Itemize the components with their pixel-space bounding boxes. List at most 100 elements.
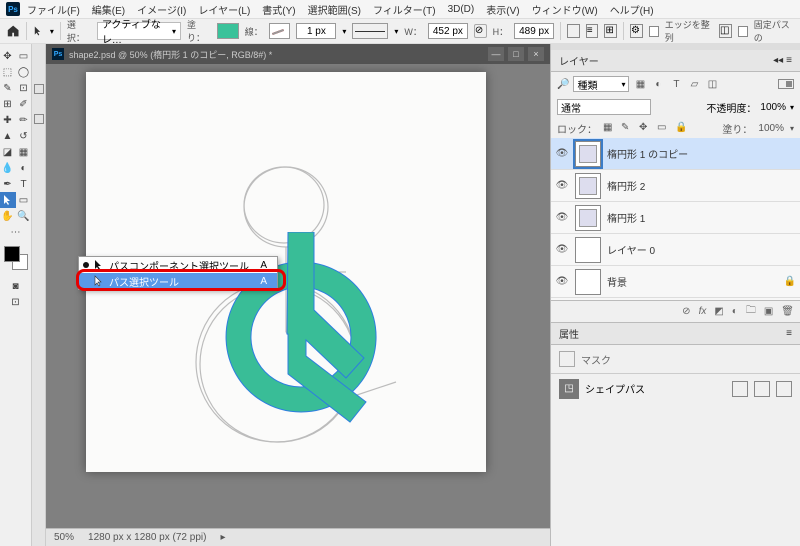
zoom-level[interactable]: 50%: [54, 532, 74, 543]
layer-row[interactable]: 👁 楕円形 1: [551, 202, 800, 234]
layers-panel-tab[interactable]: レイヤー ◂◂≡: [551, 50, 800, 72]
width-input[interactable]: [428, 23, 468, 39]
dodge-tool[interactable]: ◐: [16, 160, 32, 176]
lasso-tool[interactable]: ◯: [16, 64, 32, 80]
menu-view[interactable]: 表示(V): [481, 1, 524, 18]
filter-smart-icon[interactable]: ◫: [705, 77, 719, 91]
fill-value[interactable]: 100%: [758, 123, 784, 134]
menu-layer[interactable]: レイヤー(L): [193, 1, 255, 18]
eyedropper-tool[interactable]: ✐: [16, 96, 32, 112]
layer-name[interactable]: 楕円形 2: [607, 178, 645, 193]
path-select-tool[interactable]: [0, 192, 16, 208]
artboard-tool[interactable]: ▭: [16, 48, 32, 64]
marquee-tool[interactable]: ⬚: [0, 64, 16, 80]
gradient-tool[interactable]: ▦: [16, 144, 32, 160]
menu-help[interactable]: ヘルプ(H): [605, 1, 659, 18]
visibility-toggle[interactable]: 👁: [555, 179, 569, 193]
layer-name[interactable]: 背景: [607, 274, 627, 289]
close-button[interactable]: ×: [528, 47, 544, 61]
info-chevron-icon[interactable]: ▸: [220, 532, 225, 543]
path-op-icon[interactable]: [776, 381, 792, 397]
visibility-toggle[interactable]: 👁: [555, 275, 569, 289]
fixed-path-checkbox[interactable]: [738, 26, 748, 37]
layer-row[interactable]: 👁 背景 🔒: [551, 266, 800, 298]
layer-row[interactable]: 👁 楕円形 1 のコピー: [551, 138, 800, 170]
link-icon[interactable]: ⊘: [474, 24, 487, 38]
mask-icon[interactable]: ◩: [714, 306, 723, 317]
blur-tool[interactable]: 💧: [0, 160, 16, 176]
search-icon[interactable]: 🔎: [557, 79, 569, 90]
filter-shape-icon[interactable]: ▱: [687, 77, 701, 91]
select-layer-combo[interactable]: アクティブなレ…▾: [97, 22, 181, 40]
menu-filter[interactable]: フィルター(T): [368, 1, 441, 18]
color-swatches[interactable]: [4, 246, 28, 270]
move-tool[interactable]: ✥: [0, 48, 16, 64]
crop-tool[interactable]: ⊡: [16, 80, 32, 96]
panel-menu-icon[interactable]: ≡: [786, 328, 792, 339]
minimize-button[interactable]: —: [488, 47, 504, 61]
quickmask-tool[interactable]: ◙: [8, 278, 24, 294]
properties-tab[interactable]: 属性 ≡: [551, 323, 800, 345]
blend-mode-combo[interactable]: 通常: [557, 99, 651, 115]
menu-select[interactable]: 選択範囲(S): [303, 1, 366, 18]
menu-window[interactable]: ウィンドウ(W): [527, 1, 603, 18]
new-layer-icon[interactable]: ▣: [764, 306, 773, 317]
menu-3d[interactable]: 3D(D): [443, 3, 480, 16]
path-op-icon[interactable]: [732, 381, 748, 397]
layer-row[interactable]: 👁 レイヤー 0: [551, 234, 800, 266]
flyout-item-direct-select[interactable]: パス選択ツール A: [79, 273, 277, 289]
layer-thumbnail[interactable]: [575, 237, 601, 263]
adjustment-icon[interactable]: ◐: [732, 306, 738, 317]
filter-adjust-icon[interactable]: ◐: [651, 77, 665, 91]
chevron-down-icon[interactable]: ▾: [342, 27, 346, 36]
lock-artboard-icon[interactable]: ▭: [657, 122, 669, 134]
menu-type[interactable]: 書式(Y): [257, 1, 300, 18]
frame-tool[interactable]: ⊞: [0, 96, 16, 112]
align-edges-checkbox[interactable]: [649, 26, 659, 37]
layer-thumbnail[interactable]: [575, 173, 601, 199]
shape-path-icon[interactable]: ◳: [559, 379, 579, 399]
collapsed-panels[interactable]: [32, 44, 46, 546]
lock-pixels-icon[interactable]: ▦: [603, 122, 615, 134]
fill-swatch[interactable]: [217, 23, 239, 39]
collapsed-panel-icon[interactable]: [34, 114, 44, 124]
filter-toggle[interactable]: [778, 79, 794, 89]
stroke-swatch[interactable]: [269, 23, 291, 39]
panel-menu-icon[interactable]: ≡: [786, 55, 792, 66]
stroke-style-combo[interactable]: [352, 23, 388, 39]
visibility-toggle[interactable]: 👁: [555, 147, 569, 161]
visibility-toggle[interactable]: 👁: [555, 243, 569, 257]
stroke-width-input[interactable]: [296, 23, 336, 39]
layer-name[interactable]: 楕円形 1 のコピー: [607, 146, 688, 161]
pen-tool[interactable]: ✒: [0, 176, 16, 192]
pathops-icon[interactable]: [567, 24, 580, 38]
history-brush-tool[interactable]: ↺: [16, 128, 32, 144]
height-input[interactable]: [514, 23, 554, 39]
menu-file[interactable]: ファイル(F): [22, 1, 85, 18]
group-icon[interactable]: 🗀: [746, 303, 756, 320]
layer-thumbnail[interactable]: [575, 205, 601, 231]
eraser-tool[interactable]: ◪: [0, 144, 16, 160]
menu-image[interactable]: イメージ(I): [132, 1, 191, 18]
filter-type-combo[interactable]: 種類▾: [573, 76, 629, 92]
maximize-button[interactable]: □: [508, 47, 524, 61]
delete-icon[interactable]: 🗑: [781, 306, 794, 317]
visibility-toggle[interactable]: 👁: [555, 211, 569, 225]
link-layers-icon[interactable]: ⊘: [682, 306, 690, 317]
filter-pixel-icon[interactable]: ▦: [633, 77, 647, 91]
hand-tool[interactable]: ✋: [0, 208, 16, 224]
chevron-down-icon[interactable]: ▾: [394, 27, 398, 36]
layer-thumbnail[interactable]: [575, 141, 601, 167]
layer-name[interactable]: 楕円形 1: [607, 210, 645, 225]
chevron-down-icon[interactable]: ▾: [50, 27, 54, 36]
arrow-cursor-icon[interactable]: [33, 25, 44, 37]
stamp-tool[interactable]: ▲: [0, 128, 16, 144]
fx-icon[interactable]: fx: [699, 306, 707, 317]
healing-tool[interactable]: ✚: [0, 112, 16, 128]
flyout-item-path-component-select[interactable]: パスコンポーネント選択ツール A: [79, 257, 277, 273]
lock-position-icon[interactable]: ✥: [639, 122, 651, 134]
quick-select-tool[interactable]: ✎: [0, 80, 16, 96]
fg-color[interactable]: [4, 246, 20, 262]
screen-mode[interactable]: ⊡: [8, 294, 24, 310]
filter-type-icon[interactable]: T: [669, 77, 683, 91]
